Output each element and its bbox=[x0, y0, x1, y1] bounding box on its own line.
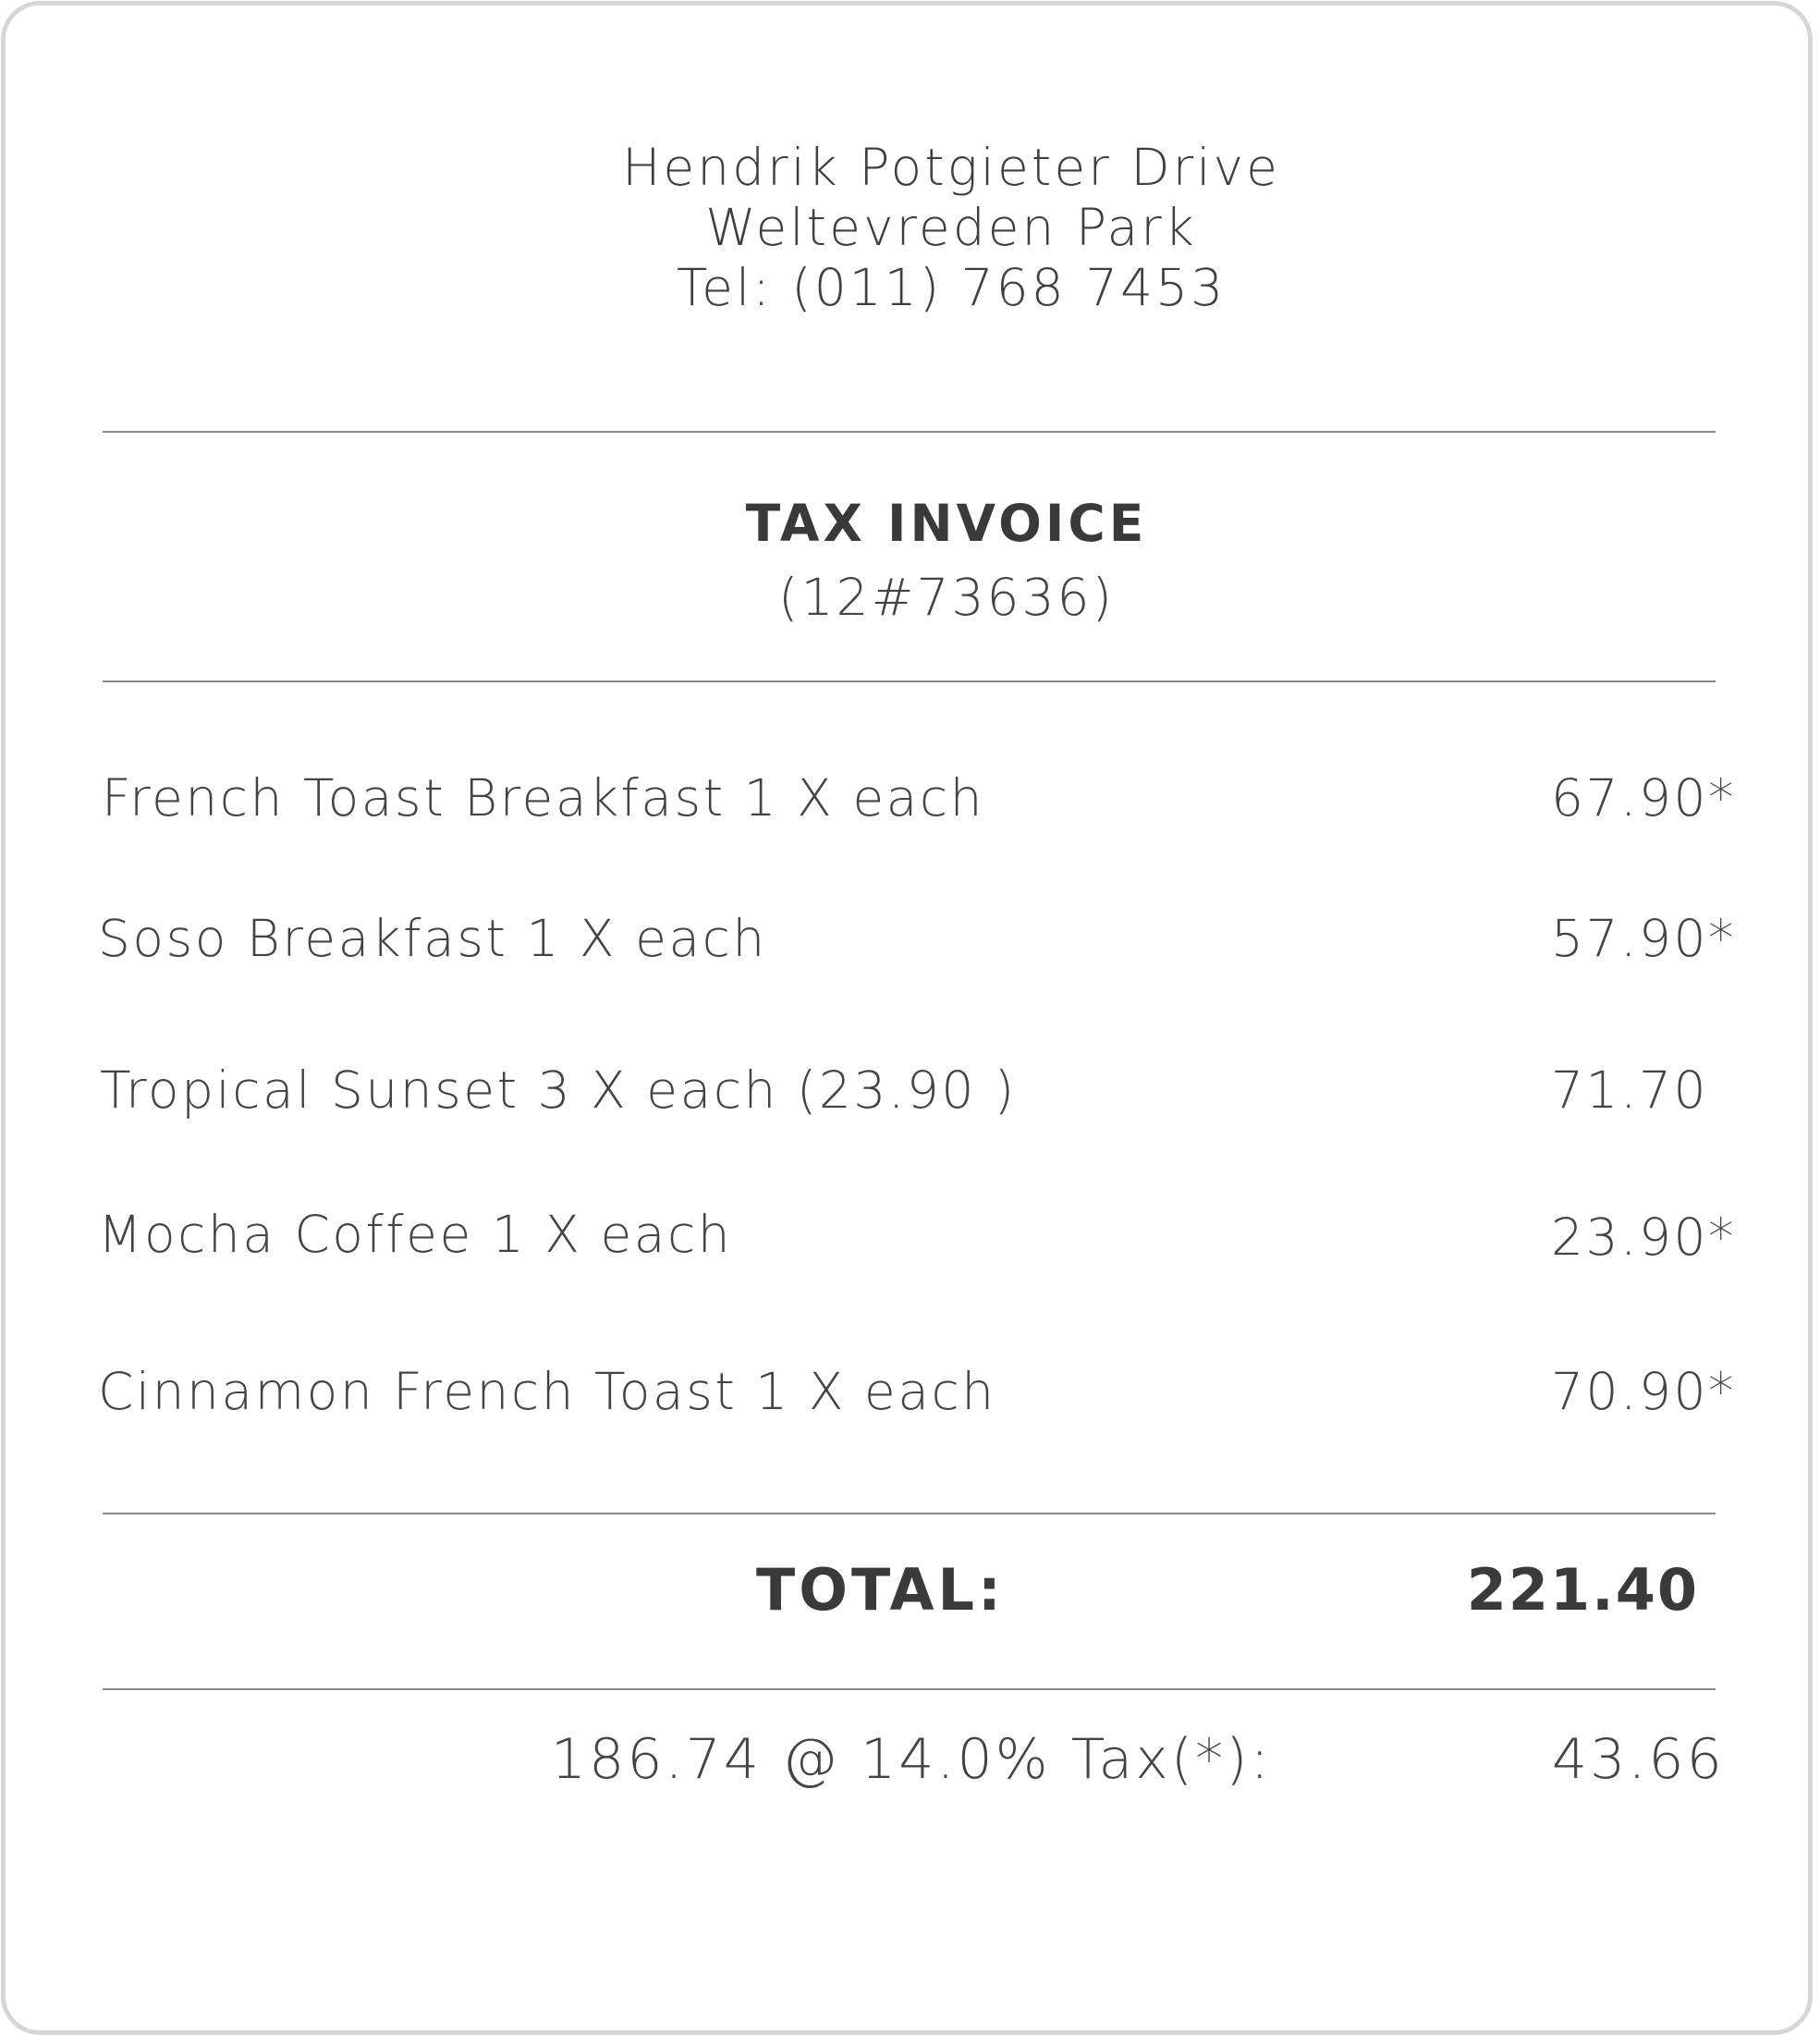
receipt-card: Hendrik Potgieter Drive Weltevreden Park… bbox=[1, 1, 1813, 2035]
address-line-1: Hendrik Potgieter Drive bbox=[622, 138, 1280, 197]
address-line-2: Weltevreden Park bbox=[705, 198, 1197, 257]
tax-summary-label: 186.74 @ 14.0% Tax(*): bbox=[551, 1727, 1272, 1792]
line-item-amount: 57.90* bbox=[1551, 909, 1736, 968]
line-item-description: Tropical Sunset 3 X each (23.90 ) bbox=[100, 1060, 1017, 1120]
tax-value: 43.66 bbox=[1552, 1727, 1725, 1792]
line-item-description: Mocha Coffee 1 X each bbox=[98, 1205, 733, 1264]
invoice-number: (12#73636) bbox=[778, 568, 1115, 627]
total-label: TOTAL: bbox=[756, 1556, 1005, 1624]
line-item-description: French Toast Breakfast 1 X each bbox=[102, 768, 984, 827]
divider bbox=[103, 431, 1716, 433]
line-item-amount: 70.90* bbox=[1551, 1362, 1736, 1421]
line-item-amount: 67.90* bbox=[1551, 768, 1736, 827]
phone-number: Tel: (011) 768 7453 bbox=[676, 258, 1227, 317]
total-value: 221.40 bbox=[1466, 1556, 1699, 1624]
invoice-title: TAX INVOICE bbox=[745, 494, 1148, 553]
divider bbox=[103, 680, 1716, 682]
line-item-description: Soso Breakfast 1 X each bbox=[98, 909, 767, 968]
divider bbox=[103, 1688, 1716, 1690]
line-item-amount: 23.90* bbox=[1551, 1208, 1736, 1267]
divider bbox=[103, 1513, 1716, 1514]
line-item-amount: 71.70 bbox=[1551, 1060, 1708, 1120]
line-item-description: Cinnamon French Toast 1 X each bbox=[98, 1362, 996, 1421]
